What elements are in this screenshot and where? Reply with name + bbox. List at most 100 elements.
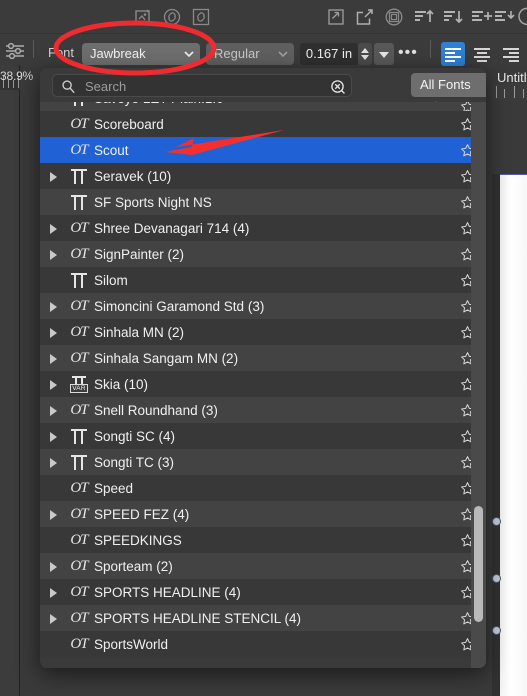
duplicate-circle-icon[interactable] <box>383 6 405 28</box>
distribute-left-icon[interactable] <box>470 6 492 28</box>
font-list-row[interactable]: OT SPORTS HEADLINE (4) <box>40 579 486 605</box>
font-list-row[interactable]: OT Sinhala MN (2) <box>40 319 486 345</box>
export-icon[interactable] <box>354 6 376 28</box>
font-list-row[interactable]: Songti TC (3) <box>40 449 486 475</box>
edit-box-icon[interactable] <box>325 6 347 28</box>
chevron-down-icon <box>278 51 288 57</box>
font-list-row[interactable]: OT Snell Roundhand (3) <box>40 397 486 423</box>
align-left-button[interactable] <box>441 42 465 66</box>
font-style-combo[interactable]: Regular <box>206 43 294 65</box>
font-name-label: Songti SC (4) <box>94 428 176 444</box>
sliders-icon[interactable] <box>4 40 26 62</box>
font-list-row[interactable]: OT Scoreboard <box>40 111 486 137</box>
clock-icon[interactable] <box>516 6 527 28</box>
font-list-row[interactable]: OT SPORTS HEADLINE STENCIL (4) <box>40 605 486 631</box>
font-name-label: SPORTS HEADLINE STENCIL (4) <box>94 610 302 626</box>
align-top-icon[interactable] <box>412 6 434 28</box>
expand-triangle-icon[interactable] <box>40 241 64 267</box>
font-label: Font <box>48 45 75 60</box>
font-list-row[interactable]: Silom <box>40 267 486 293</box>
font-list-row[interactable]: Savoye LET Plain:1.0 <box>40 102 486 111</box>
font-name-label: Songti TC (3) <box>94 454 175 470</box>
opentype-icon: OT <box>70 583 88 600</box>
font-list-row[interactable]: OT Shree Devanagari 714 (4) <box>40 215 486 241</box>
align-center-button[interactable] <box>470 42 494 66</box>
expand-triangle-icon[interactable] <box>40 449 64 475</box>
expand-triangle-icon[interactable] <box>40 319 64 345</box>
document-page[interactable] <box>500 174 527 696</box>
opentype-icon: OT <box>70 635 88 652</box>
font-list-row[interactable]: OT Speed <box>40 475 486 501</box>
font-name-label: Simoncini Garamond Std (3) <box>94 298 265 314</box>
font-list-row[interactable]: Songti SC (4) <box>40 423 486 449</box>
link-circle-icon[interactable] <box>161 6 183 28</box>
horizontal-ruler[interactable] <box>492 84 527 100</box>
more-options-button[interactable]: ••• <box>398 45 418 61</box>
scrollbar-thumb[interactable] <box>474 506 483 622</box>
expand-triangle-icon[interactable] <box>40 371 64 397</box>
selection-handle[interactable] <box>492 574 501 583</box>
font-name-label: Savoye LET Plain:1.0 <box>94 102 448 106</box>
align-bottom-icon[interactable] <box>441 6 463 28</box>
font-list-row[interactable]: OT Simoncini Garamond Std (3) <box>40 293 486 319</box>
font-name-label: SportsWorld <box>94 636 169 652</box>
font-list-row[interactable]: OT SPEED FEZ (4) <box>40 501 486 527</box>
expand-triangle-icon[interactable] <box>40 501 64 527</box>
font-collection-filter[interactable]: All Fonts <box>411 73 486 161</box>
expand-triangle-icon[interactable] <box>40 553 64 579</box>
font-family-combo[interactable]: Jawbreak <box>82 43 200 65</box>
expand-triangle-icon[interactable] <box>40 605 64 631</box>
row-spacer <box>40 111 64 137</box>
font-list-row[interactable]: OT Sporteam (2) <box>40 553 486 579</box>
font-picker-header: Search All Fonts <box>40 68 486 161</box>
font-name-label: Skia (10) <box>94 376 149 392</box>
expand-triangle-icon[interactable] <box>40 345 64 371</box>
opentype-icon: OT <box>70 297 88 314</box>
font-list-row[interactable]: OT SignPainter (2) <box>40 241 486 267</box>
expand-triangle-icon[interactable] <box>40 397 64 423</box>
font-name-label: Snell Roundhand (3) <box>94 402 218 418</box>
font-list-row[interactable]: OT Scout <box>40 137 486 163</box>
font-size-stepper[interactable] <box>358 43 372 65</box>
selection-handle[interactable] <box>492 626 501 635</box>
font-search-input[interactable]: Search <box>52 74 352 97</box>
font-size-dropdown-button[interactable] <box>374 43 394 65</box>
font-name-label: SPORTS HEADLINE (4) <box>94 584 241 600</box>
font-list-row[interactable]: SF Sports Night NS <box>40 189 486 215</box>
font-list-row[interactable]: OT SportsWorld <box>40 631 486 657</box>
vertical-ruler[interactable] <box>0 66 20 696</box>
font-size-input[interactable]: 0.167 in <box>300 43 358 65</box>
opentype-icon: OT <box>70 609 88 626</box>
expand-triangle-icon[interactable] <box>40 215 64 241</box>
distribute-right-icon[interactable] <box>494 6 516 28</box>
font-list-row[interactable]: VAR Skia (10) <box>40 371 486 397</box>
selection-handle[interactable] <box>492 517 501 526</box>
font-list-row[interactable]: OT Sinhala Sangam MN (2) <box>40 345 486 371</box>
clear-search-icon[interactable] <box>330 79 345 94</box>
expand-triangle-icon[interactable] <box>40 163 64 189</box>
font-list-row[interactable]: OT SPEEDKINGS <box>40 527 486 553</box>
expand-triangle-icon[interactable] <box>40 579 64 605</box>
font-name-label: Speed <box>94 480 134 496</box>
crop-icon[interactable] <box>132 6 154 28</box>
font-list[interactable]: Savoye LET Plain:1.0 OT Scoreboard OT Scout S… <box>40 102 486 668</box>
font-list-scrollbar[interactable] <box>471 102 486 668</box>
link-box-icon[interactable] <box>190 6 212 28</box>
align-right-button[interactable] <box>499 42 523 66</box>
font-name-label: SF Sports Night NS <box>94 194 212 210</box>
truetype-icon <box>64 267 94 293</box>
expand-triangle-icon[interactable] <box>40 293 64 319</box>
truetype-icon <box>64 449 94 475</box>
opentype-icon: OT <box>70 323 88 340</box>
opentype-icon: OT <box>70 401 88 418</box>
truetype-icon <box>64 163 94 189</box>
font-name-label: Silom <box>94 272 128 288</box>
page-shadow <box>492 174 500 696</box>
toolbar-divider <box>430 40 431 58</box>
chevron-down-icon <box>184 51 194 57</box>
font-name-label: Seravek (10) <box>94 168 172 184</box>
font-name-label: Scoreboard <box>94 116 164 132</box>
expand-triangle-icon[interactable] <box>40 423 64 449</box>
font-list-row[interactable]: Seravek (10) <box>40 163 486 189</box>
font-style-value: Regular <box>214 46 260 61</box>
